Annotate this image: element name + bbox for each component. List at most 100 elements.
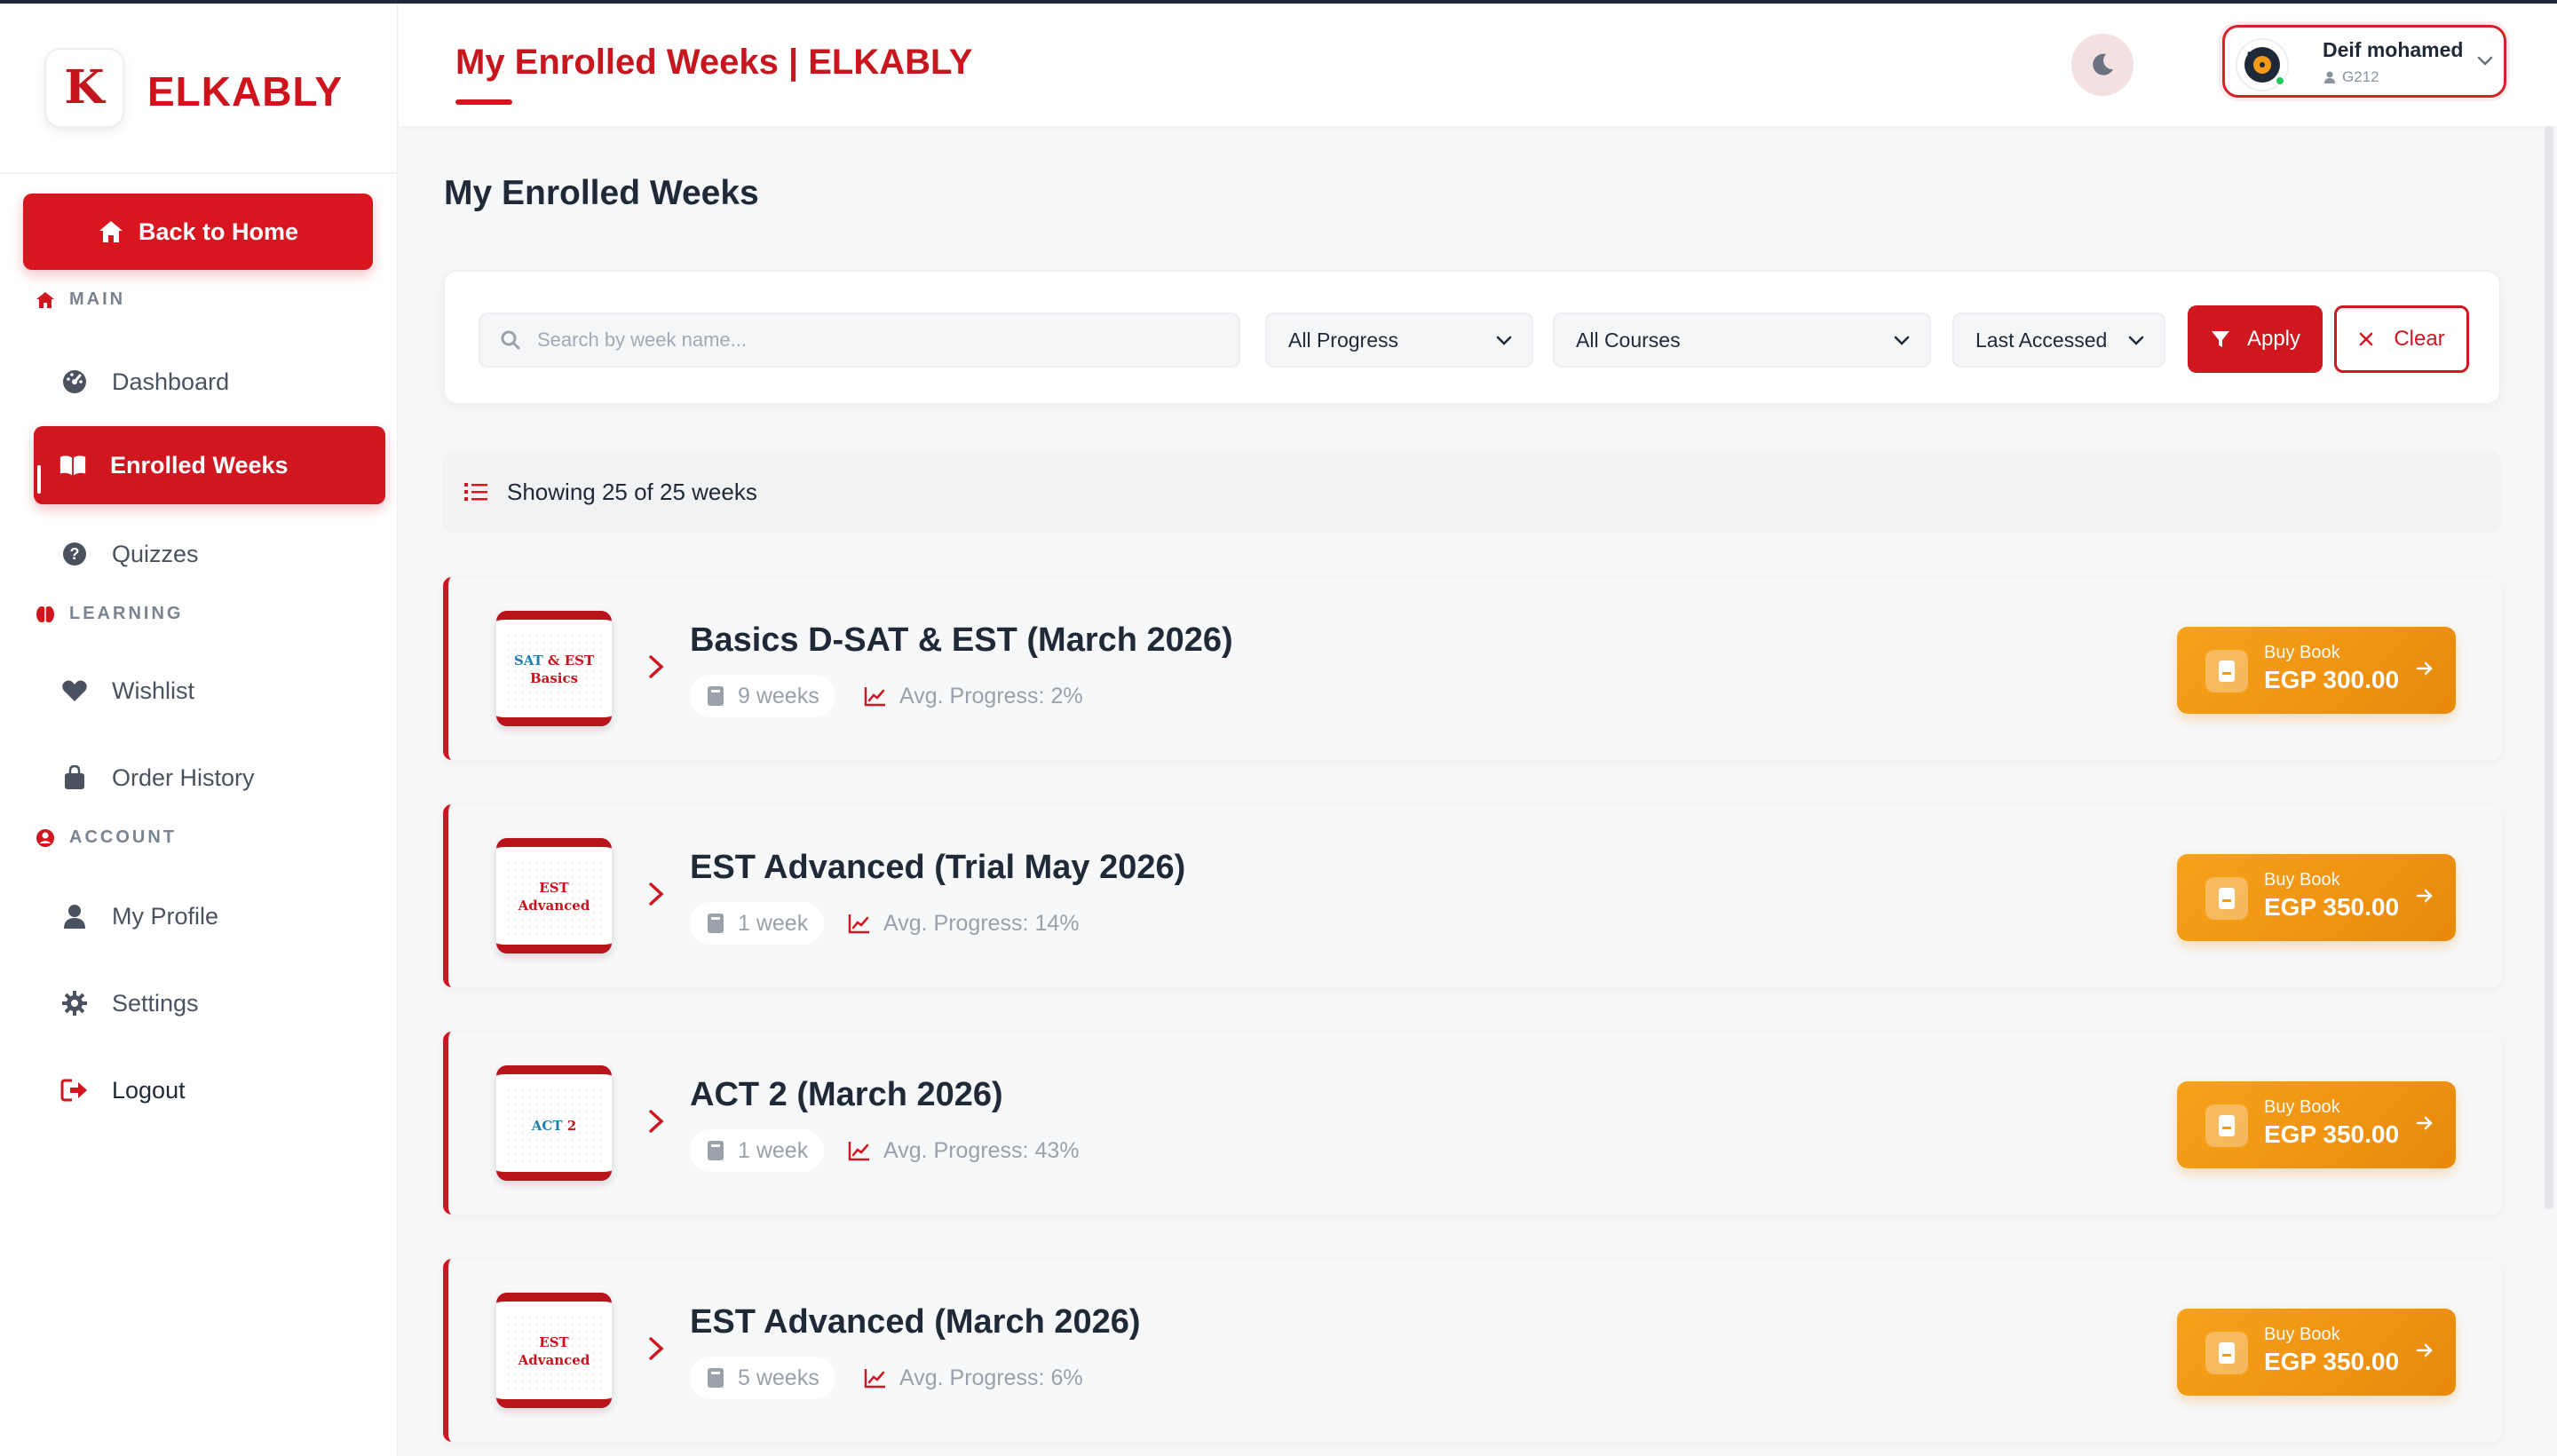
sidebar-item-label: Enrolled Weeks xyxy=(110,451,289,479)
logo[interactable]: K xyxy=(44,48,124,128)
apply-label: Apply xyxy=(2246,327,2301,351)
buy-book-label: Buy Book xyxy=(2264,1097,2340,1117)
thumbnail-text: ACT 2 xyxy=(496,1117,612,1135)
brain-icon xyxy=(36,605,55,624)
search-icon xyxy=(501,330,520,350)
course-filter-select[interactable]: All Courses xyxy=(1553,313,1931,368)
clear-button[interactable]: Clear xyxy=(2334,305,2469,373)
thumbnail-text-c: Basics xyxy=(529,670,579,687)
chart-line-icon xyxy=(848,1142,869,1161)
weeks-count-badge: 9 weeks xyxy=(690,675,835,717)
week-title[interactable]: Basics D-SAT & EST (March 2026) xyxy=(690,621,1233,660)
week-title[interactable]: ACT 2 (March 2026) xyxy=(690,1076,1003,1114)
buy-book-button[interactable]: Buy Book EGP 350.00 xyxy=(2177,1081,2456,1168)
book-icon xyxy=(2205,877,2248,920)
weeks-count: 9 weeks xyxy=(738,683,819,708)
chevron-down-icon xyxy=(2128,336,2144,345)
week-title[interactable]: EST Advanced (March 2026) xyxy=(690,1303,1141,1341)
avg-progress-text: Avg. Progress: 14% xyxy=(883,910,1080,936)
sidebar-item-label: Quizzes xyxy=(112,540,199,567)
search-box[interactable] xyxy=(479,313,1240,368)
buy-book-label: Buy Book xyxy=(2264,1325,2340,1344)
sidebar-item-order-history[interactable]: Order History xyxy=(36,739,385,817)
apply-button[interactable]: Apply xyxy=(2188,305,2323,373)
avg-progress-text: Avg. Progress: 2% xyxy=(899,683,1083,708)
book-icon xyxy=(708,1368,724,1388)
thumbnail-text-b: EST xyxy=(539,1334,569,1350)
sidebar-item-label: Wishlist xyxy=(112,677,194,704)
theme-toggle-button[interactable] xyxy=(2071,34,2133,96)
weeks-count-badge: 5 weeks xyxy=(690,1357,835,1399)
week-card[interactable]: EST Advanced EST Advanced (Trial May 2026… xyxy=(443,804,2501,987)
chart-line-icon xyxy=(864,687,885,707)
thumbnail-text-amp: 2 xyxy=(562,1118,577,1134)
sidebar-item-label: My Profile xyxy=(112,902,219,930)
buy-book-label: Buy Book xyxy=(2264,643,2340,662)
weeks-count: 5 weeks xyxy=(738,1365,819,1390)
back-to-home-button[interactable]: Back to Home xyxy=(23,194,373,270)
avg-progress: Avg. Progress: 43% xyxy=(848,1129,1079,1172)
user-name: Deif mohamed xyxy=(2323,38,2464,61)
thumbnail-text: EST Advanced xyxy=(496,1333,612,1370)
arrow-right-icon xyxy=(2416,1343,2433,1357)
book-icon xyxy=(2205,650,2248,692)
sidebar-item-my-profile[interactable]: My Profile xyxy=(36,877,385,955)
avg-progress-text: Avg. Progress: 43% xyxy=(883,1137,1080,1163)
book-icon xyxy=(708,686,724,706)
chevron-right-icon[interactable] xyxy=(645,1335,667,1362)
list-icon xyxy=(464,483,487,501)
user-menu[interactable]: Deif mohamed G212 xyxy=(2222,25,2506,98)
section-main-label: MAIN xyxy=(69,289,126,309)
buy-book-button[interactable]: Buy Book EGP 350.00 xyxy=(2177,854,2456,941)
buy-book-button[interactable]: Buy Book EGP 300.00 xyxy=(2177,627,2456,714)
sidebar-item-logout[interactable]: Logout xyxy=(36,1051,385,1129)
brand-name[interactable]: ELKABLY xyxy=(147,67,343,115)
filter-bar: All Progress All Courses Last Accessed A… xyxy=(443,270,2501,405)
chevron-right-icon[interactable] xyxy=(645,1108,667,1135)
avg-progress: Avg. Progress: 6% xyxy=(864,1357,1083,1399)
chevron-right-icon[interactable] xyxy=(645,881,667,907)
close-icon xyxy=(2360,332,2373,346)
svg-text:?: ? xyxy=(70,545,80,563)
page-scrollbar[interactable] xyxy=(2545,126,2553,1209)
sidebar: K ELKABLY Back to Home MAIN Dashboard En… xyxy=(0,4,398,1456)
sidebar-item-quizzes[interactable]: ? Quizzes xyxy=(36,515,385,593)
buy-book-label: Buy Book xyxy=(2264,870,2340,890)
arrow-right-icon xyxy=(2416,661,2433,676)
thumbnail-text-b: EST xyxy=(539,880,569,896)
course-thumbnail: EST Advanced xyxy=(496,1293,612,1408)
thumbnail-text: EST Advanced xyxy=(496,879,612,915)
sidebar-item-wishlist[interactable]: Wishlist xyxy=(36,652,385,730)
chevron-down-icon xyxy=(1894,336,1910,345)
sidebar-item-settings[interactable]: Settings xyxy=(36,964,385,1042)
filter-icon xyxy=(2211,331,2229,347)
moon-icon xyxy=(2093,53,2113,75)
user-circle-icon xyxy=(36,828,55,848)
chart-line-icon xyxy=(864,1369,885,1389)
sidebar-item-label: Order History xyxy=(112,764,255,791)
open-book-icon xyxy=(59,451,87,479)
sort-select[interactable]: Last Accessed xyxy=(1952,313,2165,368)
weeks-count: 1 week xyxy=(738,910,809,936)
sidebar-item-dashboard[interactable]: Dashboard xyxy=(36,343,385,421)
book-icon xyxy=(2205,1332,2248,1374)
sidebar-item-enrolled-weeks[interactable]: Enrolled Weeks xyxy=(34,426,385,504)
thumbnail-text-a: SAT xyxy=(513,653,543,669)
buy-book-button[interactable]: Buy Book EGP 350.00 xyxy=(2177,1309,2456,1396)
section-main: MAIN xyxy=(36,289,125,310)
arrow-right-icon xyxy=(2416,1116,2433,1130)
week-card[interactable]: ACT 2 ACT 2 (March 2026) 1 week Avg. Pro… xyxy=(443,1032,2501,1215)
week-card[interactable]: EST Advanced EST Advanced (March 2026) 5 … xyxy=(443,1259,2501,1442)
clear-label: Clear xyxy=(2394,327,2445,351)
week-card[interactable]: SAT & EST Basics Basics D-SAT & EST (Marc… xyxy=(443,577,2501,760)
chevron-right-icon[interactable] xyxy=(645,653,667,680)
section-learning-label: LEARNING xyxy=(69,604,184,623)
thumbnail-text-a: ACT xyxy=(531,1118,563,1134)
chevron-down-icon xyxy=(2477,56,2493,66)
search-input[interactable] xyxy=(537,328,1230,352)
sort-value: Last Accessed xyxy=(1975,328,2108,352)
progress-filter-select[interactable]: All Progress xyxy=(1265,313,1533,368)
thumbnail-text: SAT & EST Basics xyxy=(496,652,612,688)
week-title[interactable]: EST Advanced (Trial May 2026) xyxy=(690,849,1185,887)
shopping-bag-icon xyxy=(60,764,89,792)
